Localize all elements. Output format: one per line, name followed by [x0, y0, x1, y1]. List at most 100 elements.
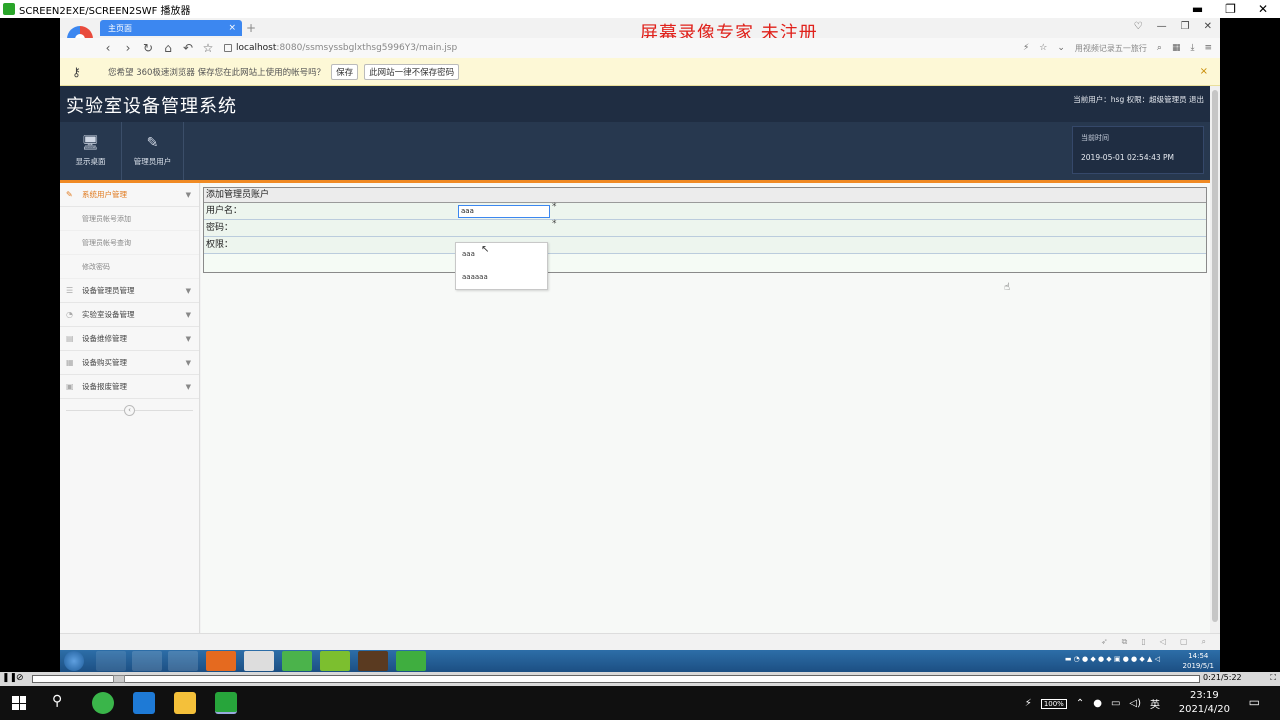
fullscreen-icon[interactable]: ⛶ — [1270, 673, 1276, 683]
ie-green-icon[interactable] — [282, 651, 312, 671]
file-explorer-icon[interactable] — [174, 692, 196, 714]
notification-icon[interactable]: ▭ — [1249, 695, 1260, 709]
username-input[interactable]: aaa — [458, 205, 550, 218]
stop-icon[interactable]: ⊘ — [16, 673, 24, 683]
taskbar-app-icon[interactable] — [96, 651, 126, 671]
tab-close-icon[interactable]: × — [228, 23, 236, 33]
favorite-icon[interactable]: ☆ — [1039, 43, 1047, 53]
battery-indicator[interactable]: 100% — [1040, 698, 1067, 709]
store-app-icon[interactable] — [133, 692, 155, 714]
sidebar-item-add-admin[interactable]: 管理员帐号添加 — [60, 207, 199, 231]
pause-icon[interactable]: ❚❚ — [2, 673, 17, 683]
add-admin-form: 添加管理员账户 用户名： aaa * 密码： * 权限： — [203, 187, 1207, 273]
quick-nav-admin[interactable]: ✎ 管理员用户 — [122, 122, 184, 180]
ad-link[interactable]: 用视频记录五一旅行 — [1075, 43, 1147, 54]
chevron-down-icon: ▼ — [185, 358, 191, 367]
url-path: :8080/ssmsyssbglxthsg5996Y3/main.jsp — [276, 43, 458, 53]
reload-icon[interactable]: ↻ — [138, 41, 158, 55]
windows-start-icon[interactable] — [12, 696, 26, 710]
sidebar-group-device-admins[interactable]: ☰ 设备管理员管理 ▼ — [60, 279, 199, 303]
forward-icon[interactable]: › — [118, 41, 138, 55]
save-password-button[interactable]: 保存 — [331, 63, 359, 80]
download-icon[interactable]: ⤓ — [1190, 43, 1194, 53]
home-icon[interactable]: ⌂ — [158, 41, 178, 55]
host-tray: ⚡ 100% ⌃ ● ▭ ◁) 英 — [1025, 696, 1160, 711]
seek-bar[interactable] — [32, 675, 1200, 683]
rocket-icon[interactable]: ➶ — [1101, 637, 1108, 647]
browser-taskbar-icon[interactable] — [244, 651, 274, 671]
sidebar-group-label: 系统用户管理 — [82, 190, 127, 199]
hand-cursor-icon: ☝ — [1004, 282, 1011, 293]
page-scrollbar[interactable] — [1210, 86, 1220, 633]
host-taskbar: ⚲ ⚡ 100% ⌃ ● ▭ ◁) 英 23:19 2021/4/20 ▭ — [0, 686, 1280, 720]
screenshot-icon[interactable]: ⧉ — [1122, 637, 1128, 647]
apps-icon[interactable]: ▦ — [1172, 43, 1181, 53]
eclipse-icon[interactable] — [320, 651, 350, 671]
tab-main[interactable]: 主页面 × — [100, 20, 242, 36]
chevron-down-icon: ▼ — [185, 310, 191, 319]
game-icon[interactable] — [358, 651, 388, 671]
page-info-icon[interactable] — [224, 44, 232, 52]
quick-nav-desktop[interactable]: 🖥 显示桌面 — [60, 122, 122, 180]
quick-nav-label: 显示桌面 — [75, 157, 106, 166]
pie-icon: ◔ — [66, 310, 73, 319]
media-icon[interactable] — [206, 651, 236, 671]
wechat-icon[interactable]: ● — [1093, 698, 1102, 709]
sidebar-group-scrap[interactable]: ▣ 设备报废管理 ▼ — [60, 375, 199, 399]
time-label: 当前时间 — [1081, 134, 1109, 142]
tray-expand-icon[interactable]: ⌃ — [1076, 698, 1084, 709]
recorder-icon[interactable] — [396, 651, 426, 671]
sidebar-group-label: 设备管理员管理 — [82, 286, 135, 295]
sidebar-group-repairs[interactable]: ▤ 设备维修管理 ▼ — [60, 327, 199, 351]
search-icon[interactable]: ⚲ — [52, 693, 62, 709]
autocomplete-option[interactable]: aaa — [456, 243, 547, 266]
autocomplete-option[interactable]: aaaaaa — [456, 266, 547, 289]
collapse-sidebar-icon[interactable]: ‹ — [124, 405, 135, 416]
sidebar: ✎ 系统用户管理 ▼ 管理员帐号添加 管理员帐号查询 修改密码 ☰ 设备管理员管… — [60, 183, 200, 633]
minimize-button[interactable]: ▬ — [1192, 2, 1203, 16]
close-bar-icon[interactable]: × — [1200, 66, 1208, 77]
search-icon[interactable]: ⌕ — [1157, 43, 1162, 53]
never-save-button[interactable]: 此网站一律不保存密码 — [364, 63, 460, 80]
host-clock[interactable]: 23:19 2021/4/20 — [1179, 689, 1230, 717]
back-icon[interactable]: ‹ — [98, 41, 118, 55]
url-field[interactable]: localhost:8080/ssmsyssbglxthsg5996Y3/mai… — [224, 43, 457, 53]
close-button[interactable]: ✕ — [1258, 2, 1268, 16]
user-info[interactable]: 当前用户：hsg 权限：超级管理员 退出 — [1073, 94, 1204, 105]
charging-icon: ⚡ — [1024, 698, 1032, 709]
sidebar-group-system-users[interactable]: ✎ 系统用户管理 ▼ — [60, 183, 199, 207]
volume-icon[interactable]: ◁) — [1129, 698, 1141, 709]
skin-icon[interactable]: ♡ — [1134, 21, 1143, 32]
clipboard-icon[interactable]: ▯ — [1141, 637, 1145, 647]
undo-icon[interactable]: ↶ — [178, 41, 198, 55]
sidebar-item-query-admin[interactable]: 管理员帐号查询 — [60, 231, 199, 255]
sidebar-group-purchases[interactable]: ▦ 设备购买管理 ▼ — [60, 351, 199, 375]
ime-indicator[interactable]: 英 — [1150, 696, 1160, 711]
network-icon[interactable]: ▭ — [1111, 698, 1120, 709]
restore-button[interactable]: ❐ — [1225, 2, 1236, 16]
dropdown-icon[interactable]: ⌄ — [1057, 43, 1065, 53]
sound-icon[interactable]: ◁ — [1160, 637, 1166, 647]
chevron-down-icon: ▼ — [185, 286, 191, 295]
explorer-icon[interactable] — [168, 651, 198, 671]
ie-icon[interactable] — [132, 651, 162, 671]
new-tab-button[interactable]: + — [246, 21, 256, 35]
zoom-icon[interactable]: ⌕ — [1202, 637, 1206, 647]
seek-knob[interactable] — [113, 675, 125, 683]
browser-app-icon[interactable] — [92, 692, 114, 714]
menu-icon[interactable]: ≡ — [1204, 43, 1212, 53]
browser-close-icon[interactable]: ✕ — [1204, 21, 1212, 32]
win7-start-icon[interactable] — [64, 651, 84, 671]
sidebar-group-lab-devices[interactable]: ◔ 实验室设备管理 ▼ — [60, 303, 199, 327]
browser-restore-icon[interactable]: ❐ — [1181, 21, 1190, 32]
lightning-icon[interactable]: ⚡ — [1023, 43, 1029, 53]
browser-minimize-icon[interactable]: — — [1157, 21, 1167, 32]
tab-strip: 主页面 × + 屏幕录像专家 未注册 ♡ — ❐ ✕ — [60, 18, 1220, 44]
main-content: 添加管理员账户 用户名： aaa * 密码： * 权限： — [201, 183, 1210, 633]
player-app-icon[interactable] — [215, 692, 237, 714]
bookmark-star-icon[interactable]: ☆ — [198, 41, 218, 55]
key-icon: ⚷ — [72, 64, 81, 79]
player-title: SCREEN2EXE/SCREEN2SWF 播放器 — [19, 5, 191, 17]
window-icon[interactable]: ▢ — [1180, 637, 1188, 647]
sidebar-item-change-password[interactable]: 修改密码 — [60, 255, 199, 279]
